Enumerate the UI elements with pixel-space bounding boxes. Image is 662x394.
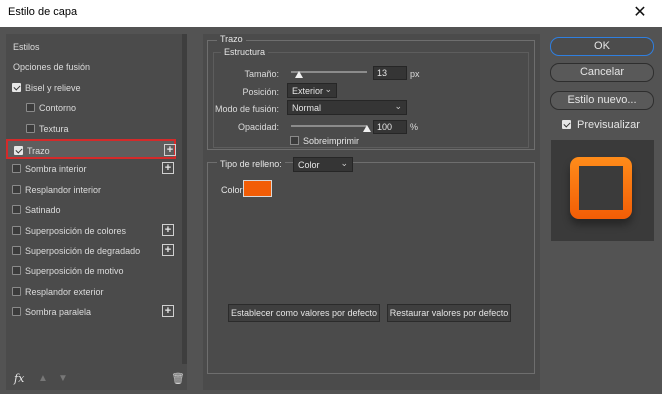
sidebar-item-trazo[interactable]: Trazo + [6, 139, 176, 159]
sidebar-item-sombra-paralela[interactable]: Sombra paralela + [6, 302, 176, 322]
sidebar-item-label: Sombra paralela [25, 307, 92, 318]
sidebar-item-checkbox[interactable] [12, 205, 21, 215]
sidebar-item-checkbox[interactable] [12, 164, 21, 174]
sidebar-item-sombra-interior[interactable]: Sombra interior + [6, 159, 176, 179]
preview-checkbox[interactable] [562, 120, 571, 129]
sidebar-item-label: Bisel y relieve [25, 82, 81, 93]
sidebar-item-label: Trazo [27, 146, 50, 156]
add-effect-icon[interactable]: + [162, 162, 174, 175]
sidebar-item-checkbox[interactable] [12, 82, 21, 92]
make-default-button[interactable]: Establecer como valores por defecto [228, 304, 380, 322]
sidebar-item-checkbox[interactable] [12, 184, 21, 194]
sidebar-item-label: Superposición de degradado [25, 246, 141, 256]
sidebar-item-label: Contorno [39, 103, 77, 114]
sidebar-item-checkbox[interactable] [12, 225, 21, 235]
overprint-checkbox[interactable] [290, 136, 299, 145]
add-effect-icon[interactable]: + [162, 244, 174, 256]
move-up-icon[interactable]: ▲ [38, 373, 48, 384]
sidebar-item-checkbox[interactable] [12, 307, 21, 317]
sidebar-item-checkbox[interactable] [26, 103, 35, 113]
close-icon[interactable]: ✕ [630, 2, 650, 22]
opacity-label: Opacidad: [237, 122, 279, 132]
size-label: Tamaño: [244, 69, 279, 79]
size-unit: px [410, 69, 420, 79]
position-select[interactable]: Exterior ⌄ [287, 83, 337, 98]
sidebar-item-label: Satinado [25, 205, 61, 216]
stroke-section-title: Trazo [217, 34, 246, 44]
sidebar-toolbar: fx ▲ ▼ 🗑 [6, 370, 187, 390]
opacity-input[interactable]: 100 [373, 120, 407, 134]
sidebar-item-estilos[interactable]: Estilos [6, 37, 176, 57]
chevron-down-icon: ⌄ [340, 158, 348, 168]
preview-label: Previsualizar [577, 119, 640, 131]
ok-button[interactable]: OK [550, 37, 654, 56]
add-effect-icon[interactable]: + [162, 223, 174, 236]
color-swatch[interactable] [243, 180, 272, 197]
fill-type-label: Tipo de relleno: [217, 159, 285, 169]
position-value: Exterior [292, 86, 324, 96]
opacity-unit: % [410, 122, 419, 132]
sidebar-item-checkbox[interactable] [26, 123, 35, 133]
cancel-button[interactable]: Cancelar [550, 63, 654, 82]
sidebar-item-checkbox[interactable] [12, 286, 21, 296]
position-label: Posición: [242, 87, 279, 97]
chevron-down-icon: ⌄ [394, 101, 402, 111]
preview-thumbnail [570, 157, 632, 219]
style-preview [551, 140, 654, 241]
size-slider-thumb[interactable] [294, 71, 303, 78]
blend-mode-label: Modo de fusión: [214, 104, 279, 114]
sidebar-item-contorno[interactable]: Contorno [6, 98, 176, 118]
window-title: Estilo de capa [8, 6, 78, 18]
sidebar-item-checkbox[interactable] [12, 266, 21, 276]
add-effect-icon[interactable]: + [162, 305, 174, 318]
reset-default-button[interactable]: Restaurar valores por defecto [387, 304, 511, 322]
sidebar-item-bisel-y-relieve[interactable]: Bisel y relieve [6, 78, 176, 98]
size-input[interactable]: 13 [373, 66, 407, 80]
move-down-icon[interactable]: ▼ [58, 373, 68, 384]
preview-inner-square [579, 166, 623, 210]
sidebar-item-satinado[interactable]: Satinado [6, 200, 176, 220]
opacity-slider[interactable] [291, 125, 367, 127]
trash-icon[interactable]: 🗑 [171, 372, 185, 385]
sidebar-item-checkbox[interactable] [14, 146, 23, 155]
sidebar-item-label: Estilos [13, 42, 40, 52]
chevron-down-icon: ⌄ [324, 84, 332, 94]
sidebar-item-label: Superposición de colores [25, 225, 127, 236]
structure-title: Estructura [221, 47, 269, 57]
new-style-button[interactable]: Estilo nuevo... [550, 91, 654, 110]
sidebar-item-superposición-de-colores[interactable]: Superposición de colores + [6, 221, 176, 241]
sidebar-item-opciones-de-fusión[interactable]: Opciones de fusión [6, 57, 176, 77]
stroke-panel: Trazo Estructura Tamaño: 13 px Posición:… [203, 34, 540, 390]
sidebar-item-resplandor-exterior[interactable]: Resplandor exterior [6, 282, 176, 302]
sidebar-item-label: Sombra interior [25, 164, 87, 175]
fill-type-select[interactable]: Color ⌄ [293, 157, 353, 172]
sidebar-item-textura[interactable]: Textura [6, 119, 176, 139]
sidebar-item-resplandor-interior[interactable]: Resplandor interior [6, 180, 176, 200]
overprint-label: Sobreimprimir [303, 136, 360, 146]
sidebar-scrollbar[interactable] [182, 34, 187, 364]
title-bar: Estilo de capa ✕ [0, 0, 662, 27]
sidebar-item-label: Superposición de motivo [25, 266, 124, 277]
sidebar-item-superposición-de-motivo[interactable]: Superposición de motivo [6, 261, 176, 281]
fill-type-value: Color [298, 160, 320, 170]
color-label: Color: [221, 185, 246, 195]
opacity-slider-thumb[interactable] [363, 125, 371, 132]
sidebar-item-superposición-de-degradado[interactable]: Superposición de degradado + [6, 241, 176, 261]
blend-mode-select[interactable]: Normal ⌄ [287, 100, 407, 115]
styles-sidebar: Estilos Opciones de fusión Bisel y relieve… [6, 34, 187, 390]
sidebar-item-label: Resplandor exterior [25, 286, 104, 297]
blend-mode-value: Normal [292, 103, 322, 113]
sidebar-item-label: Textura [39, 123, 69, 134]
add-effect-icon[interactable]: + [164, 144, 176, 156]
sidebar-item-label: Resplandor interior [25, 184, 102, 195]
sidebar-item-label: Opciones de fusión [13, 62, 91, 73]
fx-icon[interactable]: fx [14, 372, 24, 385]
sidebar-item-checkbox[interactable] [12, 246, 21, 255]
